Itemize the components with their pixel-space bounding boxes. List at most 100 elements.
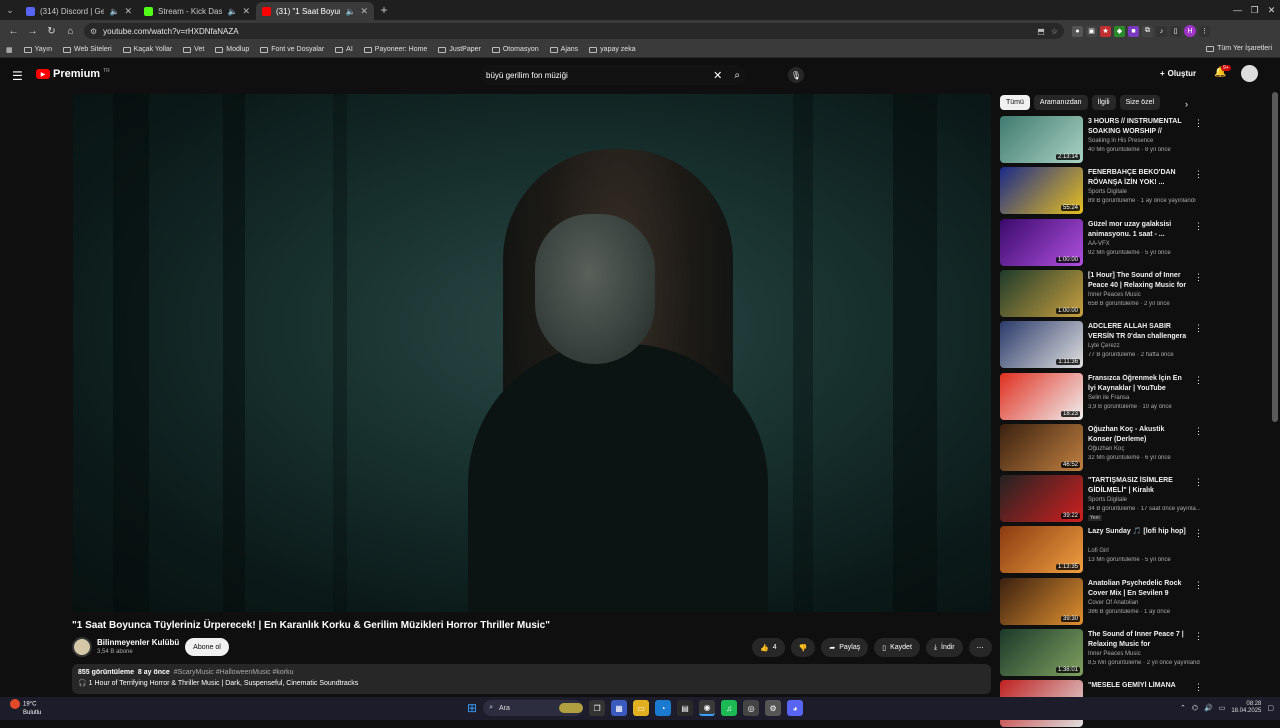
profile-avatar[interactable]: H: [1184, 25, 1196, 37]
page-scrollbar[interactable]: [1272, 92, 1278, 422]
recommendation-item[interactable]: 1:13:35 Lazy Sunday 🎵 [lofi hip hop] Lof…: [1000, 526, 1203, 574]
recommendation-channel[interactable]: Cover Of Anatolian: [1088, 600, 1138, 606]
settings-gear-icon[interactable]: ⚙: [765, 700, 782, 716]
recommendation-item[interactable]: 39:30 Anatolian Psychedelic Rock Cover M…: [1000, 577, 1203, 626]
browser-tab[interactable]: Stream - Kick Dashboard 🔈 ✕: [138, 2, 256, 20]
video-thumbnail[interactable]: 46:52: [1000, 423, 1083, 471]
more-vertical-icon[interactable]: ⋮: [1194, 580, 1203, 591]
more-vertical-icon[interactable]: ⋮: [1194, 528, 1203, 539]
filter-chip[interactable]: İlgili: [1091, 95, 1116, 110]
video-thumbnail[interactable]: 55:24: [1000, 167, 1083, 215]
recommendation-channel[interactable]: Soaking in His Presence: [1088, 138, 1153, 144]
tab-search-icon[interactable]: ⌄: [0, 0, 20, 20]
menu-kebab-icon[interactable]: ⋮: [1199, 25, 1210, 37]
reload-icon[interactable]: ↻: [42, 26, 61, 37]
recommendation-title[interactable]: Lazy Sunday 🎵 [lofi hip hop]: [1088, 527, 1188, 537]
battery-icon[interactable]: ▭: [1219, 704, 1226, 712]
recommendation-title[interactable]: Fransızca Öğrenmek İçin En İyi Kaynaklar…: [1088, 374, 1188, 394]
extension-icon[interactable]: ●: [1072, 25, 1083, 37]
recommendation-channel[interactable]: AA-VFX: [1088, 241, 1110, 247]
search-input[interactable]: büyü gerilim fon müziği ✕ ⌕: [480, 65, 746, 85]
filter-chip[interactable]: Size özel: [1119, 95, 1161, 110]
close-tab-icon[interactable]: ✕: [124, 6, 132, 17]
search-icon[interactable]: ⌕: [734, 70, 740, 81]
save-button[interactable]: ▯ Kaydet: [874, 638, 920, 657]
speaker-icon[interactable]: 🔈: [109, 7, 119, 16]
filter-chip[interactable]: Aramanızdan: [1033, 95, 1088, 110]
more-vertical-icon[interactable]: ⋮: [1194, 426, 1203, 437]
recommendation-item[interactable]: 18:23 Fransızca Öğrenmek İçin En İyi Kay…: [1000, 372, 1203, 421]
task-view-icon[interactable]: ❐: [589, 700, 606, 716]
more-vertical-icon[interactable]: ⋮: [1194, 477, 1203, 488]
video-thumbnail[interactable]: 1:11:36: [1000, 321, 1083, 369]
recommendation-title[interactable]: "TARTIŞMASIZ İSİMLERE GİDİLMELİ" | Kiral…: [1088, 476, 1188, 496]
close-window-icon[interactable]: ✕: [1263, 5, 1280, 16]
speaker-icon[interactable]: 🔈: [227, 7, 237, 16]
filter-chip[interactable]: Tümü: [1000, 95, 1030, 110]
all-bookmarks[interactable]: Tüm Yer İşaretleri: [1206, 45, 1272, 52]
speaker-icon[interactable]: 🔈: [345, 7, 355, 16]
video-thumbnail[interactable]: 1:00:00: [1000, 269, 1083, 317]
bookmark-item[interactable]: Otomasyon: [491, 46, 539, 53]
bookmark-item[interactable]: Modlup: [215, 46, 249, 53]
weather-widget[interactable]: 19°C Bulutlu: [10, 699, 41, 717]
more-actions-button[interactable]: ⋯: [968, 638, 992, 657]
recommendation-title[interactable]: Güzel mor uzay galaksisi animasyonu. 1 s…: [1088, 220, 1188, 240]
apps-grid-icon[interactable]: ▦: [6, 46, 13, 54]
widgets-icon[interactable]: ▦: [611, 700, 628, 716]
channel-avatar[interactable]: [72, 637, 92, 657]
video-thumbnail[interactable]: 1:13:35: [1000, 526, 1083, 574]
media-control-icon[interactable]: ♪: [1156, 25, 1167, 37]
video-thumbnail[interactable]: 2:13:14: [1000, 116, 1083, 163]
clear-search-icon[interactable]: ✕: [713, 69, 722, 82]
more-vertical-icon[interactable]: ⋮: [1194, 682, 1203, 693]
more-vertical-icon[interactable]: ⋮: [1194, 323, 1203, 334]
menu-icon[interactable]: ☰: [12, 69, 23, 83]
browser-tab[interactable]: (314) Discord | Genel | CN 🔈 ✕: [20, 2, 138, 20]
extension-icon[interactable]: ★: [1100, 25, 1111, 37]
channel-name[interactable]: Bilinmeyenler Kulübü: [97, 638, 179, 647]
recommendation-title[interactable]: 3 HOURS // INSTRUMENTAL SOAKING WORSHIP …: [1088, 117, 1188, 137]
recommendation-item[interactable]: 55:24 FENERBAHÇE BEKO'DAN RÖVANŞA İZİN Y…: [1000, 167, 1203, 215]
forward-icon[interactable]: →: [23, 26, 42, 37]
video-thumbnail[interactable]: 39:22: [1000, 475, 1083, 523]
extension-icon[interactable]: ▣: [1086, 25, 1097, 37]
recommendation-channel[interactable]: Sports Digitale: [1088, 189, 1127, 195]
share-button[interactable]: ➦ Paylaş: [821, 638, 869, 657]
video-description[interactable]: 855 görüntüleme 8 ay önce #ScaryMusic #H…: [72, 664, 991, 694]
video-player[interactable]: [73, 94, 991, 612]
windows-start-icon[interactable]: ⊞: [467, 701, 477, 715]
microphone-icon[interactable]: 🎙: [788, 67, 804, 83]
minimize-icon[interactable]: —: [1229, 5, 1246, 15]
app-icon[interactable]: ◎: [743, 700, 760, 716]
recommendation-channel[interactable]: Inner Peaces Music: [1088, 292, 1141, 298]
recommendation-channel[interactable]: Selin ile Fransa: [1088, 395, 1129, 401]
video-thumbnail[interactable]: 1:38:01: [1000, 629, 1083, 676]
recommendation-channel[interactable]: Oğuzhan Koç: [1088, 446, 1124, 452]
new-tab-button[interactable]: +: [374, 3, 394, 17]
recommendation-title[interactable]: ADCLERE ALLAH SABIR VERSİN TR 0'dan chal…: [1088, 322, 1188, 342]
extensions-puzzle-icon[interactable]: ⧉: [1142, 25, 1153, 37]
recommendation-item[interactable]: 46:52 Oğuzhan Koç - Akustik Konser (Derl…: [1000, 423, 1203, 472]
bookmark-item[interactable]: AI: [335, 46, 353, 53]
bookmark-item[interactable]: Yayın: [23, 46, 52, 53]
more-vertical-icon[interactable]: ⋮: [1194, 118, 1203, 129]
recommendation-item[interactable]: 1:00:00 [1 Hour] The Sound of Inner Peac…: [1000, 269, 1203, 318]
more-vertical-icon[interactable]: ⋮: [1194, 375, 1203, 386]
extension-icon[interactable]: ◆: [1114, 25, 1125, 37]
recommendation-channel[interactable]: Lofi Girl: [1088, 548, 1109, 554]
chrome-icon[interactable]: ◉: [699, 700, 716, 716]
recommendation-item[interactable]: 1:11:36 ADCLERE ALLAH SABIR VERSİN TR 0'…: [1000, 321, 1203, 369]
more-vertical-icon[interactable]: ⋮: [1194, 631, 1203, 642]
hashtags[interactable]: #ScaryMusic #HalloweenMusic #korku: [174, 669, 294, 676]
close-tab-icon[interactable]: ✕: [360, 6, 368, 17]
video-thumbnail[interactable]: 18:23: [1000, 372, 1083, 420]
recommendation-title[interactable]: FENERBAHÇE BEKO'DAN RÖVANŞA İZİN YOK! ..…: [1088, 168, 1188, 188]
sidebar-icon[interactable]: ▯: [1170, 25, 1181, 37]
bookmark-item[interactable]: Ajans: [549, 46, 578, 53]
video-thumbnail[interactable]: 1:00:00: [1000, 218, 1083, 266]
video-thumbnail[interactable]: 39:30: [1000, 577, 1083, 625]
bookmark-item[interactable]: Font ve Dosyalar: [260, 46, 324, 53]
extension-icon[interactable]: ■: [1128, 25, 1139, 37]
site-info-icon[interactable]: ⚙: [90, 27, 97, 36]
